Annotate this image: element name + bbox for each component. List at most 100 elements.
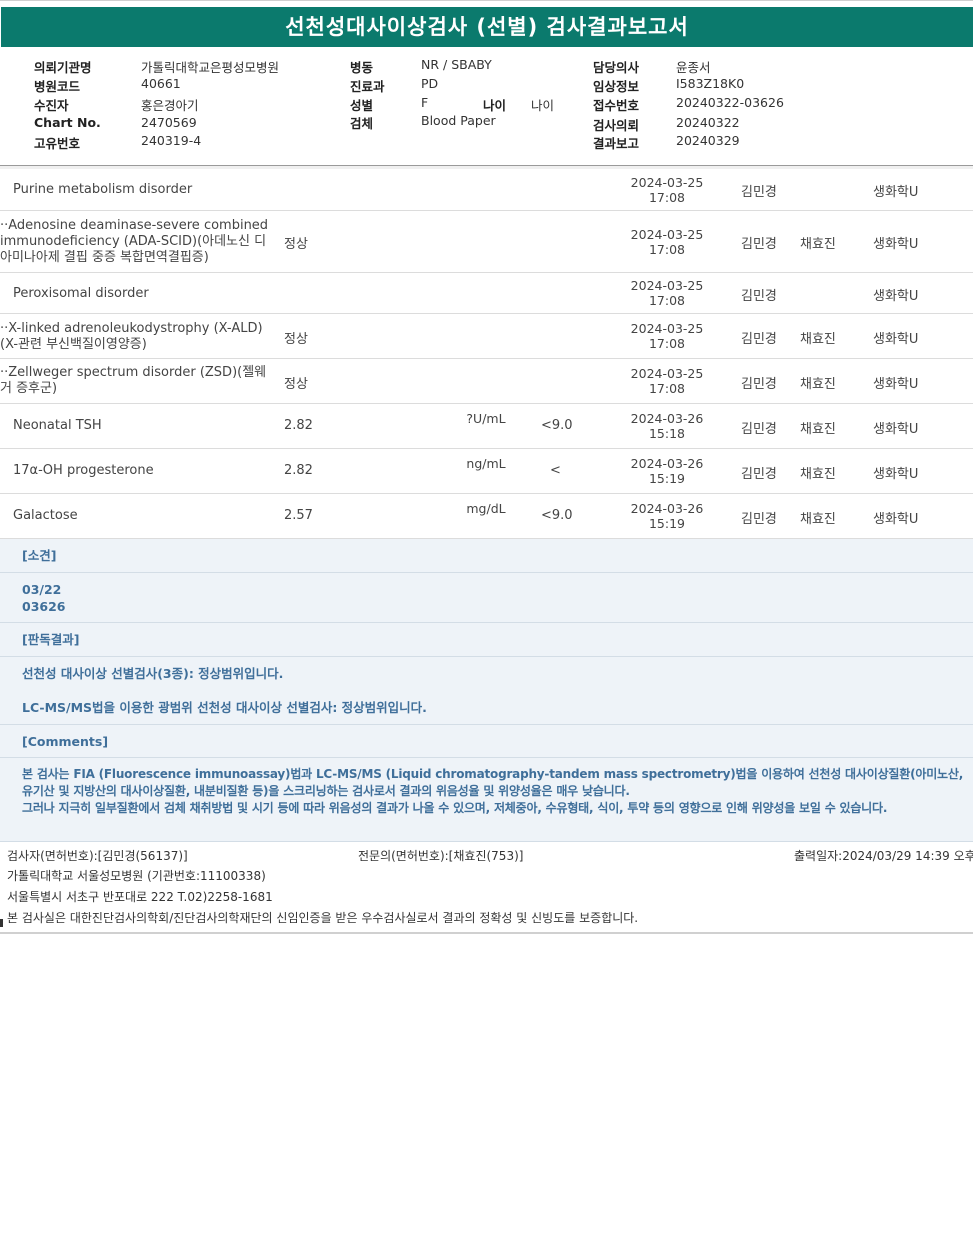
test-result: 정상 [284,332,308,347]
ward-label: 병동 [350,60,374,75]
reviewer-name: 채효진 [800,467,836,482]
test-datetime: 2024-03-26 15:19 [630,501,704,531]
receipt-value: 20240322-03626 [676,95,784,110]
lab-dept: 생화학U [873,332,919,347]
request-value: 20240322 [676,115,740,130]
chart-label: Chart No. [34,115,101,130]
report-footer: 검사자(면허번호):[김민경(56137)] 전문의(면허번호):[채효진(75… [0,843,973,931]
patient-info-panel: 의뢰기관명 가톨릭대학교은평성모병원 병원코드 40661 수진자 홍은경아기 … [0,48,973,166]
test-unit: mg/dL [466,501,506,516]
table-row: Galactose 2.57 mg/dL <9.0 2024-03-26 15:1… [0,494,973,539]
clinical-label: 임상정보 [593,79,640,94]
reported-label: 결과보고 [593,136,640,151]
sex-label: 성별 [350,98,374,113]
dept-value: PD [421,76,439,91]
table-row: ··Zellweger spectrum disorder (ZSD)(젤웨거 … [0,359,973,404]
table-row: ··Adenosine deaminase-severe combined im… [0,211,973,273]
results-table: Purine metabolism disorder 2024-03-25 17:… [0,169,973,539]
reviewer-name: 채효진 [800,237,836,252]
footer-address: 서울특별시 서초구 반포대로 222 T.02)2258-1681 [7,890,273,904]
lab-dept: 생화학U [873,377,919,392]
chart-value: 2470569 [141,115,197,130]
test-name: ··Adenosine deaminase-severe combined im… [0,218,269,265]
tester-name: 김민경 [741,332,777,347]
findings-body-block: 03/22 03626 [0,573,973,623]
test-result: 2.57 [284,508,313,523]
table-row: Peroxisomal disorder 2024-03-25 17:08 김민경… [0,273,973,314]
interpretation-line1: 선천성 대사이상 선별검사(3종): 정상범위입니다. [22,666,284,681]
reference-range: <9.0 [541,418,573,433]
findings-date-line1: 03/22 [22,582,62,597]
findings-header-block: [소견] [0,539,973,573]
test-result: 2.82 [284,463,313,478]
findings-header: [소견] [22,548,57,563]
requester-value: 가톨릭대학교은평성모병원 [141,60,280,75]
tester-name: 김민경 [741,377,777,392]
findings-date-line2: 03626 [22,599,66,614]
request-label: 검사의뢰 [593,118,640,133]
test-datetime: 2024-03-25 17:08 [630,366,704,396]
receipt-label: 접수번호 [593,98,640,113]
tester-name: 김민경 [741,512,777,527]
test-name: Peroxisomal disorder [13,286,149,301]
footer-printed-date: 출력일자:2024/03/29 14:39 오후 [794,849,973,863]
tester-name: 김민경 [741,185,777,200]
interpretation-header: [판독결과] [22,632,80,647]
comments-header: [Comments] [22,734,109,749]
lab-dept: 생화학U [873,185,919,200]
test-datetime: 2024-03-25 17:08 [630,278,704,308]
test-name: Galactose [13,508,78,523]
footer-hospital: 가톨릭대학교 서울성모병원 (기관번호:11100338) [7,869,266,883]
reviewer-name: 채효진 [800,512,836,527]
test-result: 2.82 [284,418,313,433]
lab-dept: 생화학U [873,467,919,482]
specimen-value: Blood Paper [421,113,496,128]
comments-paragraph-2: 그러나 지극히 일부질환에서 검체 채취방법 및 시기 등에 따라 위음성의 결… [22,801,888,815]
test-unit: ng/mL [466,456,506,471]
test-datetime: 2024-03-26 15:19 [630,456,704,486]
unique-label: 고유번호 [34,136,81,151]
reviewer-name: 채효진 [800,422,836,437]
lab-dept: 생화학U [873,422,919,437]
specimen-label: 검체 [350,116,374,131]
lab-dept: 생화학U [873,237,919,252]
patient-value: 홍은경아기 [141,98,199,113]
lab-dept: 생화학U [873,289,919,304]
report-title: 선천성대사이상검사 (선별) 검사결과보고서 [1,7,973,47]
test-datetime: 2024-03-25 17:08 [630,321,704,351]
comments-body-block: 본 검사는 FIA (Fluorescence immunoassay)법과 L… [0,758,973,842]
age-value: 나이 [531,98,555,113]
test-unit: ?U/mL [466,411,506,426]
clinical-value: I583Z18K0 [676,76,745,91]
unique-value: 240319-4 [141,133,202,148]
test-result: 정상 [284,237,308,252]
comments-header-block: [Comments] [0,725,973,758]
test-name: 17α-OH progesterone [13,463,154,478]
top-border [0,0,973,4]
tester-name: 김민경 [741,289,777,304]
footer-certification: 본 검사실은 대한진단검사의학회/진단검사의학재단의 신임인증을 받은 우수검사… [7,911,639,925]
tester-name: 김민경 [741,422,777,437]
comments-paragraph-1: 본 검사는 FIA (Fluorescence immunoassay)법과 L… [22,767,964,798]
test-datetime: 2024-03-26 15:18 [630,411,704,441]
reference-range: <9.0 [541,508,573,523]
sex-value: F [421,95,429,110]
test-name: ··Zellweger spectrum disorder (ZSD)(젤웨거 … [0,365,267,396]
doctor-value: 윤종서 [676,60,711,75]
patient-label: 수진자 [34,98,69,113]
test-name: Purine metabolism disorder [13,182,193,197]
table-row: Neonatal TSH 2.82 ?U/mL <9.0 2024-03-26 1… [0,404,973,449]
lab-dept: 생화학U [873,512,919,527]
requester-label: 의뢰기관명 [34,60,92,75]
reported-value: 20240329 [676,133,740,148]
interpretation-header-block: [판독결과] [0,623,973,657]
test-result: 정상 [284,377,308,392]
age-label: 나이 [483,98,507,113]
table-row: 17α-OH progesterone 2.82 ng/mL < 2024-03… [0,449,973,494]
test-datetime: 2024-03-25 17:08 [630,175,704,205]
footer-tester: 검사자(면허번호):[김민경(56137)] [7,849,188,863]
bottom-border [0,932,973,934]
hospital-code-label: 병원코드 [34,79,81,94]
tester-name: 김민경 [741,467,777,482]
reference-range: < [550,463,561,478]
